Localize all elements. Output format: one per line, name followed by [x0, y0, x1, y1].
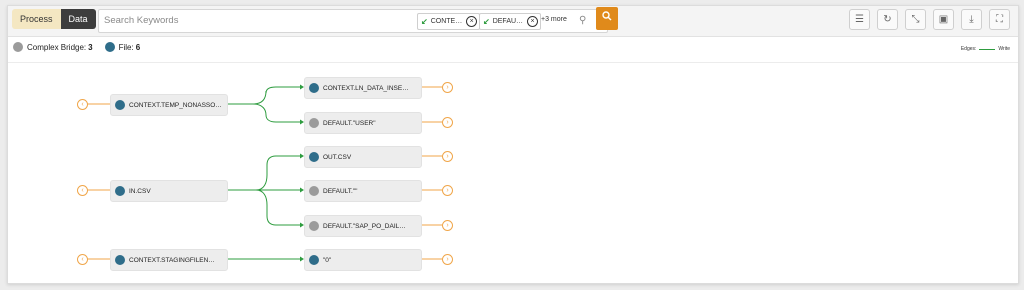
tab-data[interactable]: Data: [60, 9, 96, 29]
refresh-button[interactable]: ↻: [877, 9, 898, 30]
lineage-node-target[interactable]: CONTEXT.LN_DATA_INSE…: [304, 77, 422, 99]
expand-upstream-icon[interactable]: ‹: [77, 185, 88, 196]
remove-chip-icon[interactable]: ×: [527, 16, 539, 27]
edges-label: Edges:: [960, 46, 977, 52]
node-label: "0": [323, 256, 332, 264]
lineage-node-target[interactable]: OUT.CSV: [304, 146, 422, 168]
lineage-node-target[interactable]: DEFAULT."": [304, 180, 422, 202]
write-edge: [228, 103, 300, 123]
download-icon: ⤓: [969, 14, 974, 25]
file-icon: [115, 100, 125, 110]
file-icon: [309, 255, 319, 265]
node-label: DEFAULT."USER": [323, 119, 376, 127]
search-input[interactable]: Search Keywords: [104, 10, 178, 32]
expand-downstream-icon[interactable]: ›: [442, 220, 453, 231]
bridge-icon: [309, 118, 319, 128]
node-type-counts: Complex Bridge: 3 File: 6: [13, 42, 140, 52]
file-label: File:: [118, 42, 134, 52]
filter-settings-icon: ☰: [855, 14, 864, 25]
expand-upstream-icon[interactable]: ‹: [77, 99, 88, 110]
toolbar: Process Data Search Keywords ↙ CONTE… × …: [8, 6, 1018, 37]
search-button[interactable]: [596, 7, 618, 30]
collapse-icon: ⤡: [911, 14, 920, 25]
save-button[interactable]: ▣: [933, 9, 954, 30]
remove-chip-icon[interactable]: ×: [466, 16, 478, 27]
file-icon: [115, 186, 125, 196]
node-label: CONTEXT.TEMP_NONASSO…: [129, 101, 222, 109]
magnifier-icon: [602, 11, 612, 21]
node-label: OUT.CSV: [323, 153, 352, 161]
lineage-node-target[interactable]: "0": [304, 249, 422, 271]
collapse-button[interactable]: ⤡: [905, 9, 926, 30]
search-box[interactable]: Search Keywords ↙ CONTE… × ↙ DEFAU… × +3…: [98, 9, 608, 33]
lineage-node-target[interactable]: DEFAULT."USER": [304, 112, 422, 134]
fullscreen-icon: ⛶: [996, 14, 1003, 25]
node-label: CONTEXT.LN_DATA_INSE…: [323, 84, 409, 92]
lineage-panel: Process Data Search Keywords ↙ CONTE… × …: [7, 5, 1019, 284]
file-icon: [309, 83, 319, 93]
file-icon: [309, 152, 319, 162]
filter-chip-default[interactable]: ↙ DEFAU… ×: [479, 13, 542, 30]
expand-upstream-icon[interactable]: ‹: [77, 254, 88, 265]
bridge-label: Complex Bridge:: [27, 42, 87, 52]
write-label: Write: [998, 46, 1010, 52]
node-label: IN.CSV: [129, 187, 151, 195]
chip-label: CONTE…: [430, 18, 463, 25]
filter-search-icon[interactable]: ⚲: [579, 15, 586, 26]
filter-chip-context[interactable]: ↙ CONTE… ×: [417, 13, 481, 30]
chip-label: DEFAU…: [492, 18, 524, 25]
arrow-icon: ↙: [421, 17, 428, 26]
expand-downstream-icon[interactable]: ›: [442, 82, 453, 93]
write-edge: [228, 189, 300, 226]
filter-settings-button[interactable]: ☰: [849, 9, 870, 30]
expand-downstream-icon[interactable]: ›: [442, 151, 453, 162]
bridge-count: 3: [88, 42, 93, 52]
expand-downstream-icon[interactable]: ›: [442, 185, 453, 196]
write-edge: [228, 86, 300, 105]
node-label: CONTEXT.STAGINGFILEN…: [129, 256, 215, 264]
tab-process[interactable]: Process: [12, 9, 61, 29]
write-edge-swatch: [979, 48, 996, 50]
lineage-node-source[interactable]: IN.CSV: [110, 180, 228, 202]
node-label: DEFAULT."SAP_PO_DAIL…: [323, 222, 406, 230]
download-button[interactable]: ⤓: [961, 9, 982, 30]
fullscreen-button[interactable]: ⛶: [989, 9, 1010, 30]
node-label: DEFAULT."": [323, 187, 358, 195]
edge-legend: Edges: Write: [961, 46, 1010, 52]
lineage-node-source[interactable]: CONTEXT.TEMP_NONASSO…: [110, 94, 228, 116]
save-icon: ▣: [938, 14, 949, 25]
expand-downstream-icon[interactable]: ›: [442, 254, 453, 265]
write-edge: [228, 155, 300, 191]
file-icon: [104, 42, 115, 52]
expand-downstream-icon[interactable]: ›: [442, 117, 453, 128]
bridge-icon: [13, 42, 23, 52]
lineage-node-target[interactable]: DEFAULT."SAP_PO_DAIL…: [304, 215, 422, 237]
lineage-canvas: ‹ ‹ ‹ CONTEXT.TEMP_NONASSO… IN.CSV CONTE…: [8, 63, 1018, 283]
bridge-icon: [309, 221, 319, 231]
bridge-icon: [309, 186, 319, 196]
file-count: 6: [135, 42, 141, 52]
lineage-node-source[interactable]: CONTEXT.STAGINGFILEN…: [110, 249, 228, 271]
more-filters-link[interactable]: +3 more: [541, 16, 567, 23]
file-icon: [115, 255, 125, 265]
view-toggle: Process Data: [12, 9, 96, 29]
arrow-icon: ↙: [483, 17, 490, 26]
refresh-icon: ↻: [883, 14, 892, 25]
